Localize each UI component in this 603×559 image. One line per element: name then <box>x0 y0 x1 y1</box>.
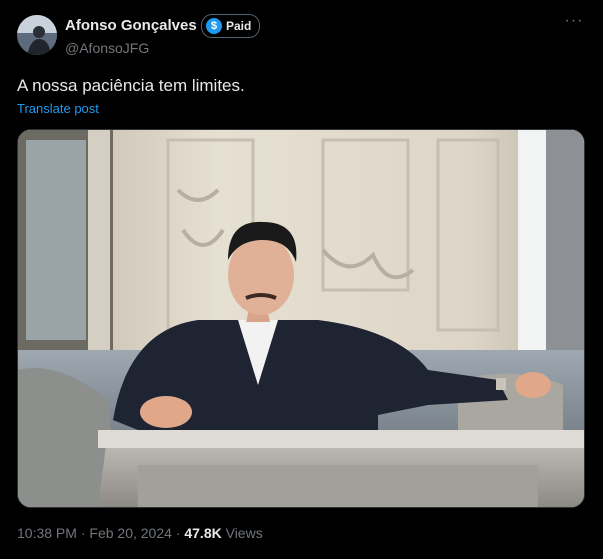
author-name[interactable]: Afonso Gonçalves <box>65 17 197 34</box>
post-date[interactable]: Feb 20, 2024 <box>89 525 172 541</box>
meta-separator: · <box>175 525 181 541</box>
translate-post-link[interactable]: Translate post <box>17 101 99 116</box>
post-text: A nossa paciência tem limites. <box>17 76 245 95</box>
dollar-coin-icon: $ <box>206 18 222 34</box>
author-handle[interactable]: @AfonsoJFG <box>65 40 149 56</box>
paid-badge-label: Paid <box>226 19 252 33</box>
views-label: Views <box>225 525 263 541</box>
tweet: Afonso Gonçalves $ Paid @AfonsoJFG ··· A… <box>0 0 603 559</box>
photo-illustration <box>18 130 584 507</box>
avatar[interactable] <box>17 15 57 55</box>
more-options-icon[interactable]: ··· <box>564 13 584 34</box>
views-count: 47.8K <box>184 525 222 541</box>
paid-badge[interactable]: $ Paid <box>201 14 261 38</box>
meta-separator: · <box>80 525 86 541</box>
post-time[interactable]: 10:38 PM <box>17 525 77 541</box>
post-meta: 10:38 PM · Feb 20, 2024 · 47.8K Views <box>17 525 263 541</box>
post-photo[interactable] <box>17 129 585 508</box>
